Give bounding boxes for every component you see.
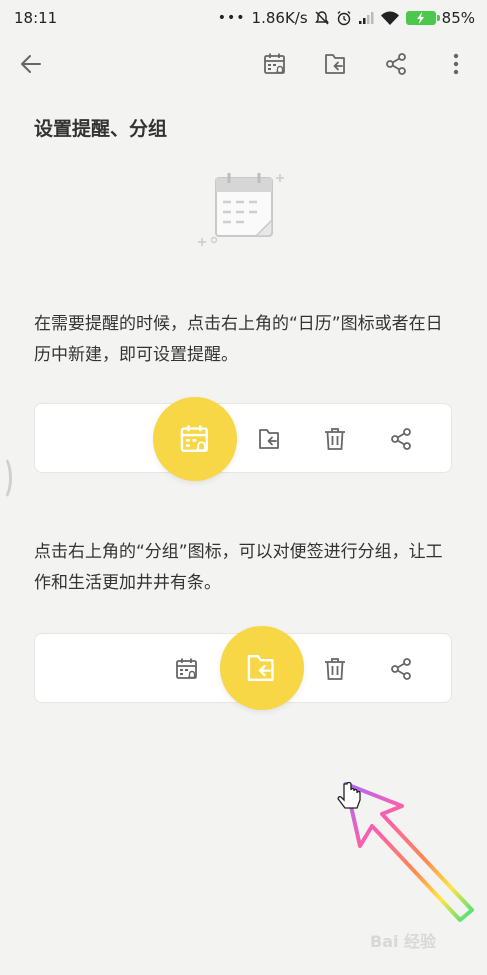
share-icon[interactable] <box>378 46 414 82</box>
trash-icon <box>319 653 351 685</box>
dots-icon: ••• <box>217 10 246 26</box>
status-bar: 18:11 ••• 1.86K/s 85% <box>0 0 487 36</box>
move-to-folder-icon <box>254 423 286 455</box>
back-arrow-icon[interactable] <box>13 46 49 82</box>
status-time: 18:11 <box>14 9 58 27</box>
pointer-arrow-annotation <box>322 770 487 929</box>
share-icon <box>385 423 417 455</box>
calendar-illustration-icon <box>194 170 294 258</box>
network-speed: 1.86K/s <box>251 9 308 27</box>
paragraph-grouping: 点击右上角的“分组”图标，可以对便签进行分组，让工作和生活更加井井有条。 <box>34 542 443 593</box>
toolbar-demo-card-1 <box>34 403 452 473</box>
status-indicators: ••• 1.86K/s 85% <box>218 9 475 27</box>
trash-icon <box>319 423 351 455</box>
edge-swipe-indicator <box>0 455 12 501</box>
alarm-icon <box>336 10 352 26</box>
share-icon <box>385 653 417 685</box>
move-to-folder-icon[interactable] <box>318 46 354 82</box>
battery-charging-icon <box>405 11 440 25</box>
highlighted-calendar-reminder-icon <box>153 397 237 481</box>
highlighted-move-to-folder-icon <box>220 626 304 710</box>
paragraph-reminder: 在需要提醒的时候，点击右上角的“日历”图标或者在日历中新建，即可设置提醒。 <box>34 314 443 365</box>
mute-bell-icon <box>314 10 330 26</box>
page-title: 设置提醒、分组 <box>34 118 168 140</box>
toolbar <box>0 40 487 88</box>
calendar-reminder-icon[interactable] <box>257 46 293 82</box>
more-vertical-icon[interactable] <box>438 46 474 82</box>
calendar-reminder-icon <box>171 653 203 685</box>
wifi-icon <box>380 10 400 26</box>
watermark: Bai 经验 <box>370 932 437 951</box>
signal-icon <box>358 11 374 25</box>
battery-percent: 85% <box>441 9 475 27</box>
